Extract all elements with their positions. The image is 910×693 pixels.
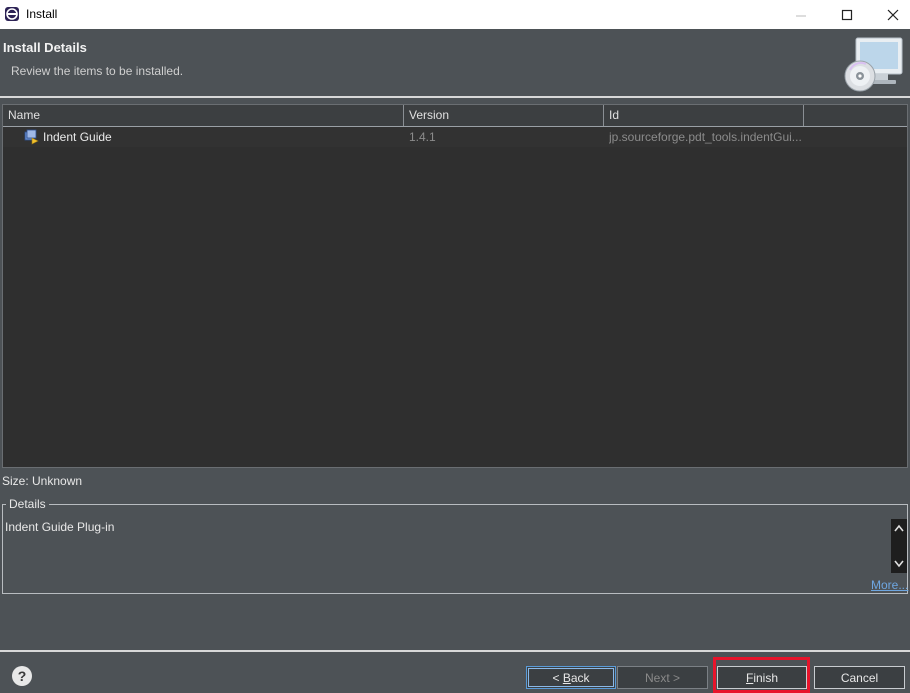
window-title-bar[interactable]: Install	[0, 0, 910, 29]
more-link[interactable]: More...	[871, 578, 908, 592]
header-separator	[0, 96, 910, 98]
chevron-down-icon	[894, 560, 904, 568]
minimize-button[interactable]	[778, 0, 824, 29]
scroll-up-button[interactable]	[891, 521, 907, 535]
close-icon	[887, 9, 899, 20]
column-header-filler	[804, 105, 907, 126]
close-button[interactable]	[870, 0, 910, 29]
cell-id: jp.sourceforge.pdt_tools.indentGui...	[609, 130, 801, 144]
size-label: Size: Unknown	[2, 474, 83, 488]
finish-highlight-box	[713, 657, 810, 693]
back-button[interactable]: < Back	[526, 666, 616, 689]
column-header-id[interactable]: Id	[604, 105, 804, 126]
details-text: Indent Guide Plug-in	[5, 520, 115, 534]
details-legend: Details	[6, 497, 49, 511]
help-icon: ?	[17, 668, 27, 684]
table-header: Name Version Id	[3, 105, 907, 127]
help-button[interactable]: ?	[12, 666, 32, 686]
cancel-button[interactable]: Cancel	[814, 666, 905, 689]
page-title: Install Details	[3, 40, 87, 55]
scroll-down-button[interactable]	[891, 557, 907, 571]
chevron-up-icon	[894, 524, 904, 532]
table-row[interactable]: Indent Guide 1.4.1 jp.sourceforge.pdt_to…	[3, 127, 907, 147]
details-scrollbar[interactable]	[891, 519, 907, 573]
install-monitor-cd-icon	[840, 34, 908, 96]
footer-separator	[0, 650, 910, 652]
back-button-rest: ack	[570, 670, 590, 685]
install-items-table[interactable]: Name Version Id Indent Guide 1.4.1 jp.so…	[2, 104, 908, 468]
feature-plugin-icon	[23, 129, 39, 145]
back-button-mnemonic: B	[562, 670, 571, 685]
details-group	[2, 504, 908, 594]
back-button-prefix: <	[552, 670, 563, 685]
eclipse-icon	[4, 6, 20, 22]
maximize-icon	[841, 9, 853, 20]
window-title: Install	[26, 7, 58, 21]
cell-name: Indent Guide	[43, 130, 112, 144]
next-button[interactable]: Next >	[617, 666, 708, 689]
column-header-name[interactable]: Name	[3, 105, 404, 126]
maximize-button[interactable]	[824, 0, 870, 29]
page-description: Review the items to be installed.	[11, 64, 184, 78]
dialog-header: Install Details Review the items to be i…	[0, 29, 910, 96]
cell-version: 1.4.1	[409, 130, 436, 144]
minimize-icon	[796, 15, 806, 16]
column-header-version[interactable]: Version	[404, 105, 604, 126]
